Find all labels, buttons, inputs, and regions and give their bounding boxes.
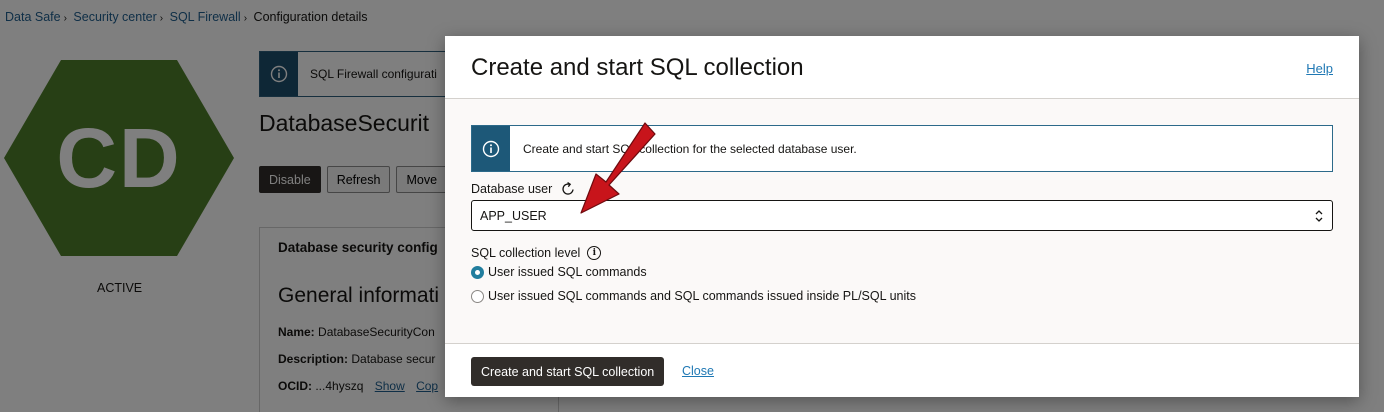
radio-user-issued-and-plsql[interactable]: User issued SQL commands and SQL command…: [471, 289, 916, 303]
database-user-label: Database user: [471, 182, 553, 196]
create-sql-collection-dialog: Create and start SQL collection Help Cre…: [445, 36, 1359, 397]
dialog-footer: Create and start SQL collection Close: [445, 343, 1359, 397]
dialog-title: Create and start SQL collection: [471, 54, 804, 81]
info-strip: [472, 126, 510, 171]
create-and-start-sql-collection-button[interactable]: Create and start SQL collection: [471, 357, 665, 386]
radio-label: User issued SQL commands and SQL command…: [488, 289, 916, 303]
info-circle-icon[interactable]: i: [587, 246, 602, 260]
up-down-chevron-icon: [1315, 210, 1323, 222]
info-message-text: Create and start SQL collection for the …: [523, 141, 857, 156]
info-message: Create and start SQL collection for the …: [471, 125, 1333, 172]
close-link[interactable]: Close: [682, 364, 714, 378]
help-link[interactable]: Help: [1306, 61, 1333, 76]
database-user-label-row: Database user: [471, 181, 576, 197]
database-user-value: APP_USER: [480, 208, 547, 223]
radio-button-checked[interactable]: [471, 265, 484, 279]
radio-button-unchecked[interactable]: [471, 289, 484, 303]
radio-user-issued-sql[interactable]: User issued SQL commands: [471, 265, 647, 279]
radio-label: User issued SQL commands: [488, 265, 647, 279]
sql-collection-level-label: SQL collection level: [471, 246, 581, 260]
sql-collection-level-label-row: SQL collection level i: [471, 246, 602, 260]
info-icon: [482, 140, 500, 157]
refresh-icon[interactable]: [560, 181, 576, 197]
dialog-header: Create and start SQL collection Help: [445, 36, 1359, 99]
database-user-select[interactable]: APP_USER: [471, 200, 1333, 231]
